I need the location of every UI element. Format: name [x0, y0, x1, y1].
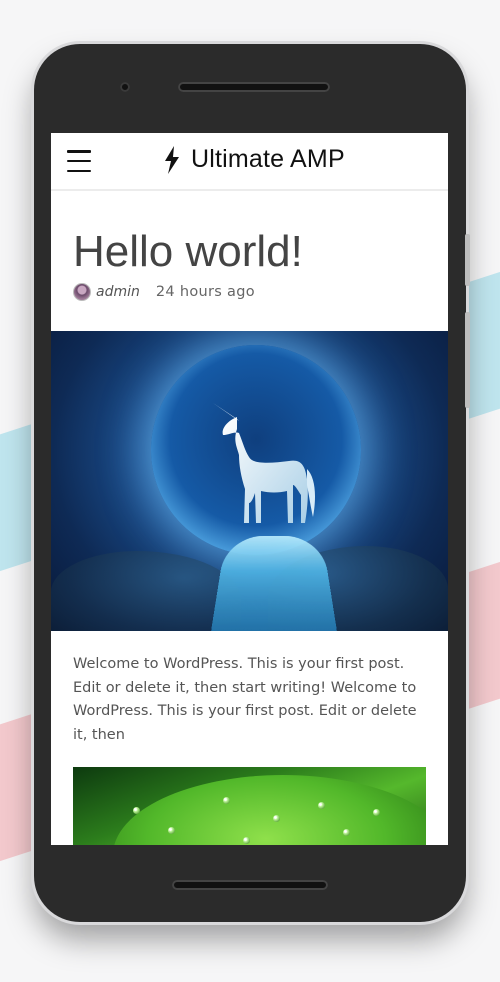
phone-screen: Ultimate AMP Hello world! admin 24 hours…: [51, 133, 448, 845]
water-drop: [223, 797, 230, 804]
water-drop: [168, 827, 175, 834]
water-drop: [373, 809, 380, 816]
post-title: Hello world!: [73, 227, 303, 276]
post-time: 24 hours ago: [155, 284, 255, 300]
post-excerpt: Welcome to WordPress. This is your first…: [73, 656, 417, 743]
earpiece-speaker: [178, 82, 330, 92]
water-drop: [273, 815, 280, 822]
front-camera: [120, 82, 130, 92]
author-avatar: [73, 283, 91, 301]
hamburger-menu-icon[interactable]: [67, 150, 91, 172]
post-content: Welcome to WordPress. This is your first…: [51, 631, 448, 747]
post-meta: admin 24 hours ago: [73, 283, 426, 301]
lightning-bolt-icon: [165, 145, 179, 174]
post-author[interactable]: admin: [96, 284, 140, 300]
water-drop: [133, 807, 140, 814]
unicorn-figure: [213, 403, 315, 523]
phone-side-button: [465, 234, 470, 286]
phone-volume-button: [465, 312, 470, 408]
water-drop: [243, 837, 250, 844]
site-brand-link[interactable]: Ultimate AMP: [163, 145, 345, 174]
home-button-bar[interactable]: [172, 880, 328, 890]
app-header: Ultimate AMP: [51, 133, 448, 191]
phone-frame: Ultimate AMP Hello world! admin 24 hours…: [34, 44, 470, 922]
water-drop: [318, 802, 325, 809]
post-header: Hello world! admin 24 hours ago: [51, 227, 448, 301]
featured-image: [51, 331, 448, 631]
site-title: Ultimate AMP: [191, 145, 345, 173]
inline-leaf-image: [73, 767, 426, 845]
water-drop: [343, 829, 350, 836]
